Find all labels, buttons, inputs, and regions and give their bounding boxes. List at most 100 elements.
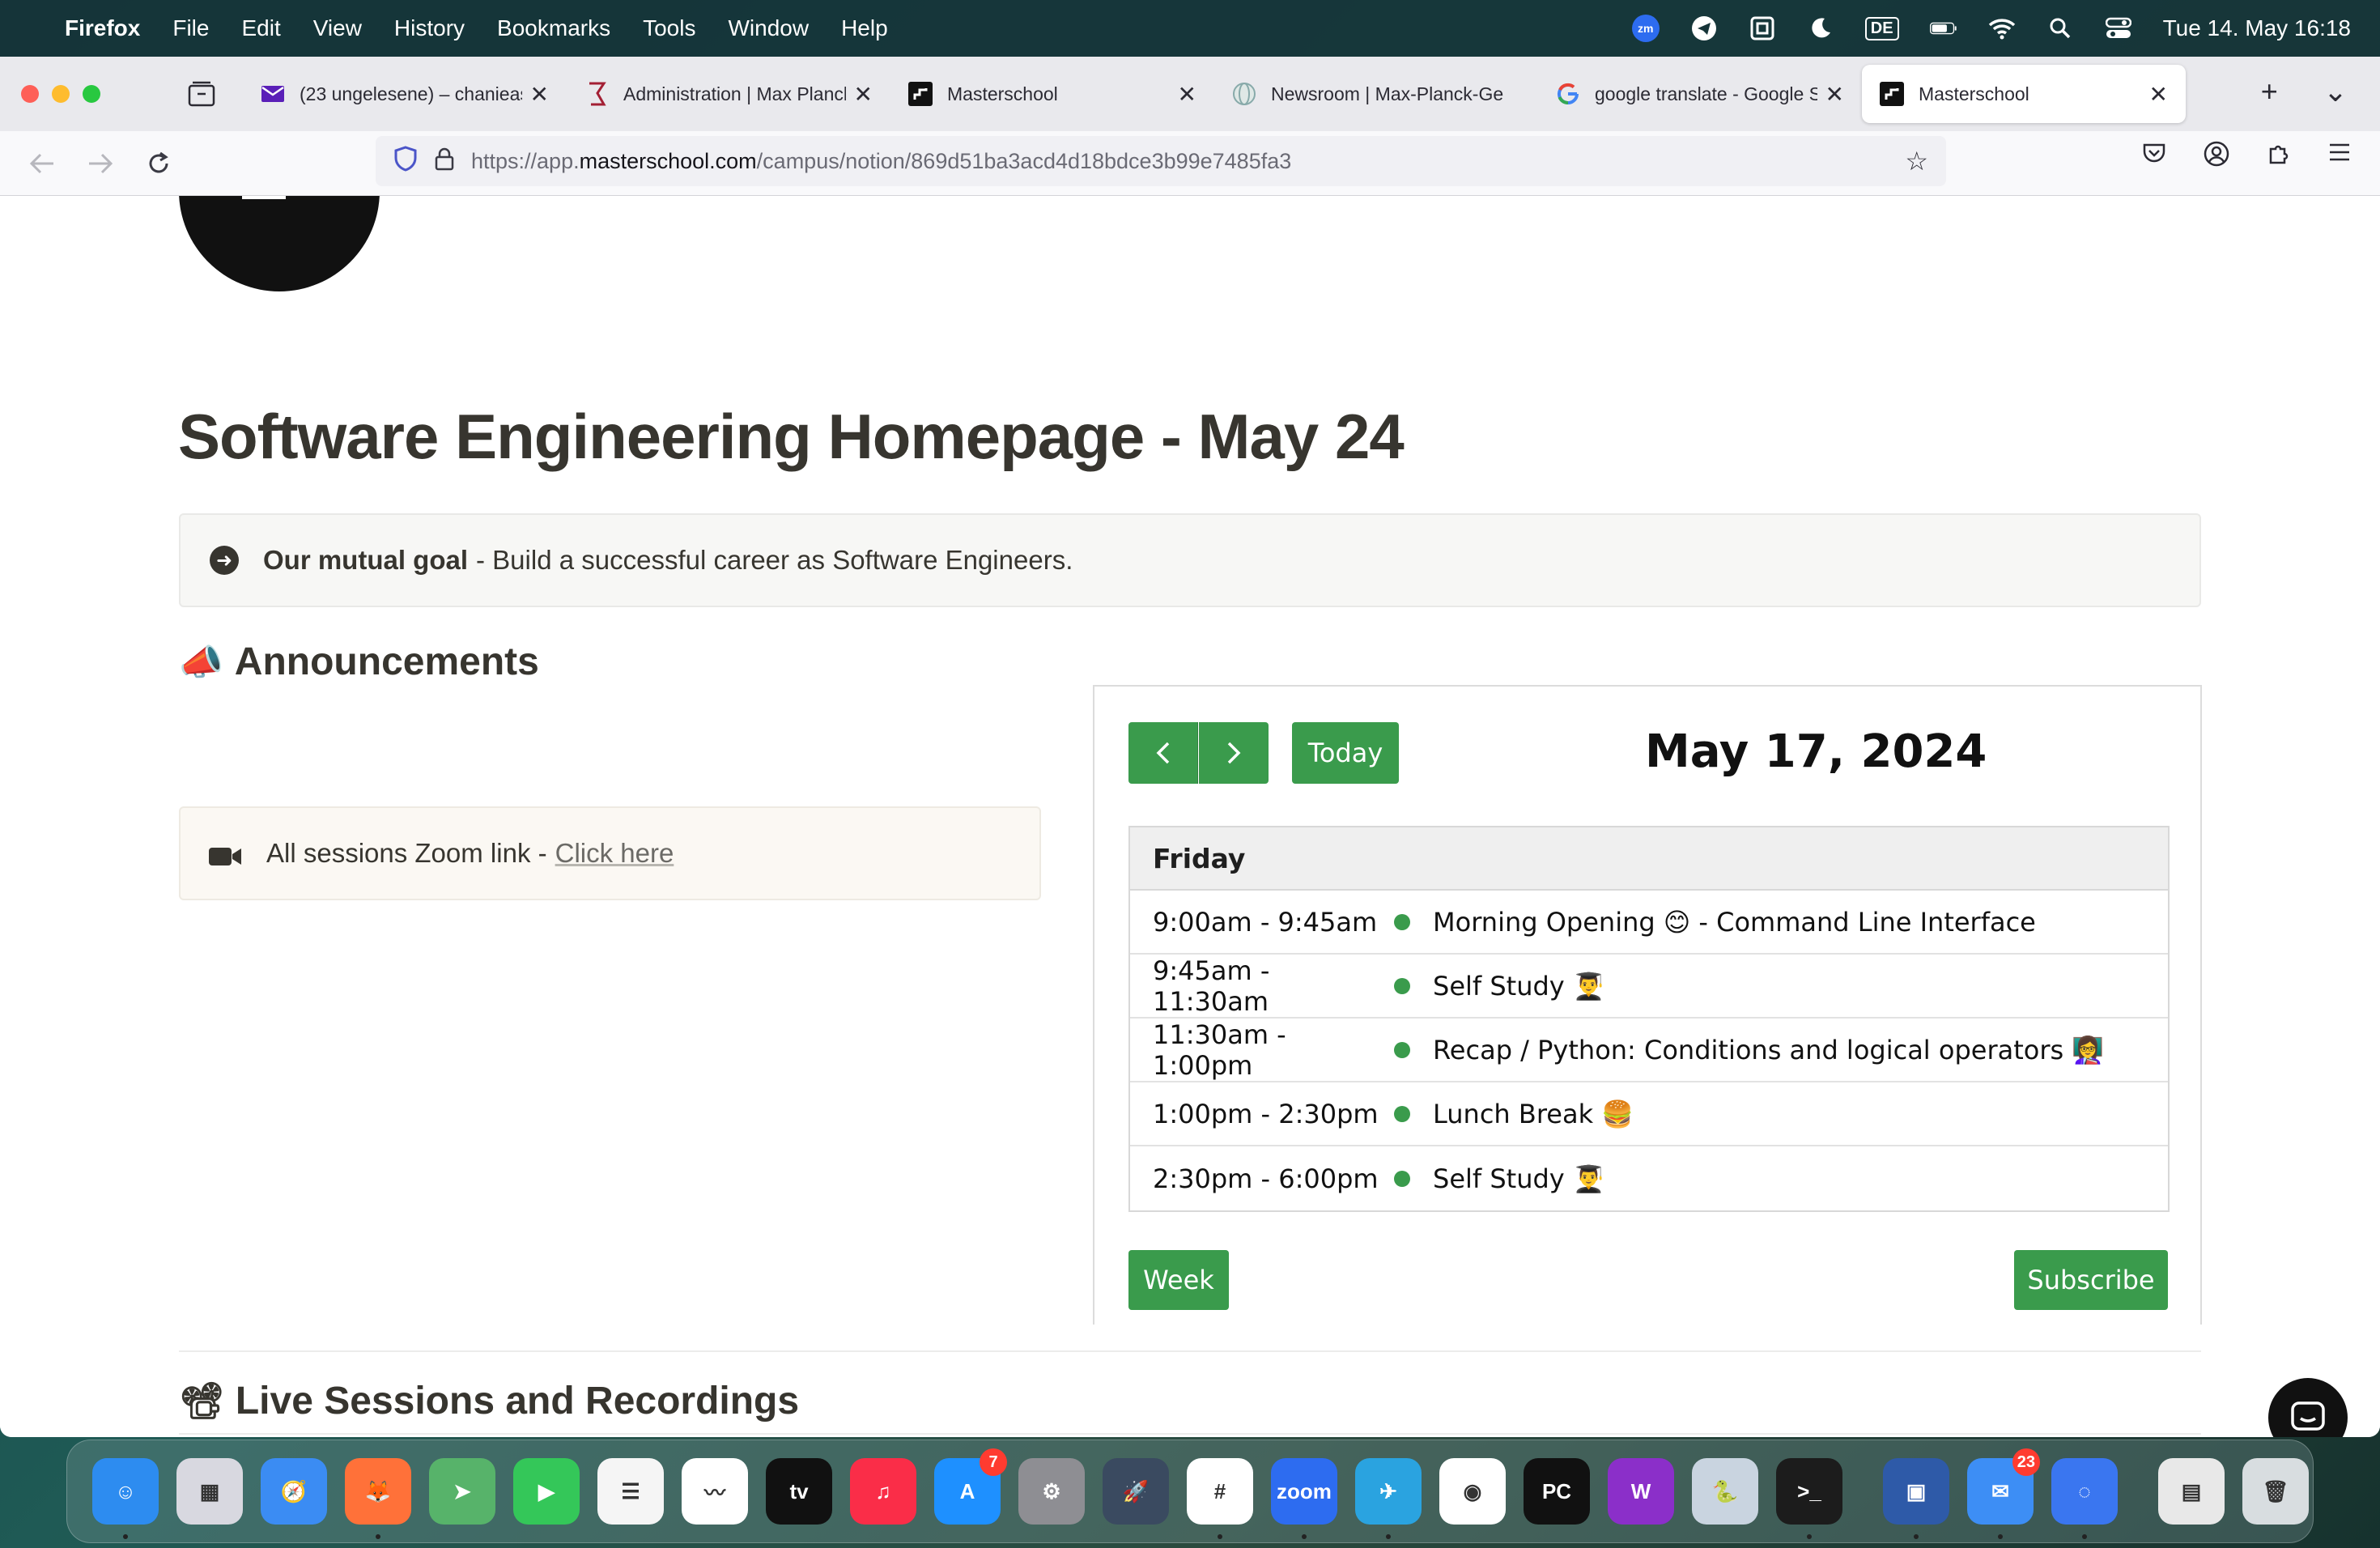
dock-app-system-settings[interactable]: ⚙: [1018, 1458, 1085, 1525]
menu-view[interactable]: View: [313, 15, 362, 41]
running-indicator: [1302, 1534, 1307, 1539]
dock-app-rocket[interactable]: 🚀: [1103, 1458, 1169, 1525]
app-menu-hamburger-icon[interactable]: [2328, 141, 2351, 173]
back-button[interactable]: [24, 146, 60, 181]
extensions-puzzle-icon[interactable]: [2267, 141, 2291, 173]
dock-app-mail[interactable]: ✉ 23: [1967, 1448, 2040, 1539]
masterschool-icon: [908, 82, 933, 106]
calendar-event-row[interactable]: 11:30am - 1:00pm Recap / Python: Conditi…: [1130, 1019, 2168, 1082]
moon-icon[interactable]: [1807, 15, 1834, 42]
live-sessions-heading-text: Live Sessions and Recordings: [235, 1379, 800, 1423]
battery-icon[interactable]: [1929, 15, 1957, 42]
close-window-button[interactable]: [21, 85, 39, 103]
new-tab-button[interactable]: +: [2261, 74, 2278, 108]
dock-app-reminders[interactable]: ☰: [597, 1458, 664, 1525]
dock-app-icon-glyph: ▦: [199, 1478, 220, 1503]
event-title: Self Study 👨‍🎓: [1433, 970, 1605, 1002]
tracking-protection-shield-icon[interactable]: [393, 145, 418, 177]
account-icon[interactable]: [2204, 141, 2229, 173]
dock-app-document[interactable]: ▤: [2158, 1458, 2225, 1525]
event-time: 1:00pm - 2:30pm: [1153, 1098, 1379, 1129]
calendar-event-row[interactable]: 1:00pm - 2:30pm Lunch Break 🍔: [1130, 1082, 2168, 1146]
lock-icon[interactable]: [434, 147, 455, 176]
dock-app-icon-glyph: 🚀: [1122, 1478, 1150, 1503]
tab-mpg-admin[interactable]: Administration | Max Planck ✕: [567, 65, 890, 123]
dock-app-safari[interactable]: 🧭: [261, 1458, 327, 1525]
dock-app-chrome[interactable]: ◉: [1439, 1458, 1506, 1525]
dock-app-trash[interactable]: 🗑: [2242, 1458, 2309, 1525]
minimize-window-button[interactable]: [52, 85, 70, 103]
dock-app-facetime[interactable]: ▶: [513, 1458, 580, 1525]
dock-app-finder[interactable]: ☺: [92, 1458, 159, 1539]
firefox-view-icon[interactable]: [188, 81, 215, 107]
reload-button[interactable]: [141, 146, 176, 181]
dock-app-freeform[interactable]: 〰: [682, 1458, 748, 1525]
calendar-event-row[interactable]: 2:30pm - 6:00pm Self Study 👨‍🎓: [1130, 1146, 2168, 1210]
dock-app-launchpad[interactable]: ▦: [176, 1458, 243, 1525]
calendar-week-button[interactable]: Week: [1128, 1250, 1229, 1310]
tab-masterschool-active[interactable]: Masterschool ✕: [1862, 65, 2186, 123]
dock-app-icon-glyph: 🧭: [280, 1478, 308, 1503]
dock-app-music[interactable]: ♫: [850, 1458, 916, 1525]
input-source-indicator[interactable]: DE: [1864, 16, 1899, 40]
dock-app-pycharm[interactable]: PC: [1524, 1458, 1590, 1525]
dock-app-proxy[interactable]: ▣: [1883, 1458, 1949, 1539]
calendar-next-button[interactable]: [1199, 722, 1269, 784]
telegram-status-icon[interactable]: [1690, 15, 1718, 42]
menu-help[interactable]: Help: [841, 15, 888, 41]
dock-app-wondershare[interactable]: W: [1608, 1458, 1674, 1525]
dock-app-python-launcher[interactable]: 🐍: [1692, 1458, 1758, 1525]
dock-app-signal[interactable]: ◌: [2051, 1458, 2118, 1539]
calendar-event-row[interactable]: 9:45am - 11:30am Self Study 👨‍🎓: [1130, 955, 2168, 1019]
zoom-click-here-link[interactable]: Click here: [555, 838, 674, 869]
close-tab-icon[interactable]: ✕: [1825, 81, 1844, 108]
control-center-icon[interactable]: [2105, 15, 2132, 42]
menu-bookmarks[interactable]: Bookmarks: [497, 15, 610, 41]
close-tab-icon[interactable]: ✕: [1178, 81, 1196, 108]
dock-app-firefox[interactable]: 🦊: [345, 1458, 411, 1539]
bookmark-star-icon[interactable]: ☆: [1905, 146, 1928, 176]
close-tab-icon[interactable]: ✕: [854, 81, 873, 108]
calendar-subscribe-button[interactable]: Subscribe: [2014, 1250, 2168, 1310]
zoom-status-icon[interactable]: zm: [1631, 15, 1660, 42]
tab-mail[interactable]: (23 ungelesene) – chanieas ✕: [243, 65, 567, 123]
dock-app-maps[interactable]: ➤: [429, 1458, 495, 1525]
menu-window[interactable]: Window: [728, 15, 809, 41]
event-dot-icon: [1394, 1041, 1410, 1058]
proxy-status-icon[interactable]: [1749, 15, 1776, 42]
tab-title: google translate - Google S: [1595, 83, 1817, 104]
notification-badge: 23: [2012, 1448, 2040, 1476]
menu-history[interactable]: History: [394, 15, 465, 41]
forward-button[interactable]: [83, 146, 118, 181]
calendar-prev-button[interactable]: [1128, 722, 1198, 784]
list-all-tabs-chevron-icon[interactable]: ⌄: [2323, 74, 2348, 108]
notification-badge: 7: [980, 1448, 1007, 1476]
dock-app-terminal[interactable]: >_: [1776, 1458, 1842, 1539]
dock-app-icon-glyph: 🐍: [1711, 1478, 1739, 1503]
calendar-event-row[interactable]: 9:00am - 9:45am Morning Opening 😊 - Comm…: [1130, 891, 2168, 955]
arrow-right-circle-icon: ➜: [210, 546, 239, 575]
dock-app-zoom[interactable]: zoom: [1271, 1458, 1337, 1539]
address-bar[interactable]: https://app. masterschool.com/campus/noti…: [376, 136, 1946, 186]
dock-app-tv[interactable]: tv: [766, 1458, 832, 1525]
tab-newsroom[interactable]: Newsroom | Max-Planck-Ge: [1214, 65, 1538, 123]
wifi-icon[interactable]: [1988, 15, 2016, 42]
menu-edit[interactable]: Edit: [241, 15, 280, 41]
menu-app-firefox[interactable]: Firefox: [65, 15, 140, 41]
pocket-icon[interactable]: [2142, 141, 2166, 173]
calendar-today-button[interactable]: Today: [1292, 722, 1399, 784]
dock-app-slack[interactable]: #: [1187, 1458, 1253, 1539]
tab-masterschool[interactable]: Masterschool ✕: [890, 65, 1214, 123]
dock-app-app-store[interactable]: A7: [934, 1448, 1007, 1525]
chat-launcher-button[interactable]: [2268, 1378, 2348, 1437]
close-tab-icon[interactable]: ✕: [530, 81, 549, 108]
menubar-clock[interactable]: Tue 14. May 16:18: [2163, 15, 2351, 41]
menu-file[interactable]: File: [172, 15, 209, 41]
tab-google-translate[interactable]: google translate - Google S ✕: [1538, 65, 1862, 123]
dock-app-telegram[interactable]: ✈: [1355, 1458, 1422, 1539]
fullscreen-window-button[interactable]: [83, 85, 100, 103]
menu-tools[interactable]: Tools: [643, 15, 695, 41]
video-camera-icon: [208, 843, 242, 865]
spotlight-search-icon[interactable]: [2046, 15, 2074, 42]
close-tab-icon[interactable]: ✕: [2149, 81, 2168, 108]
